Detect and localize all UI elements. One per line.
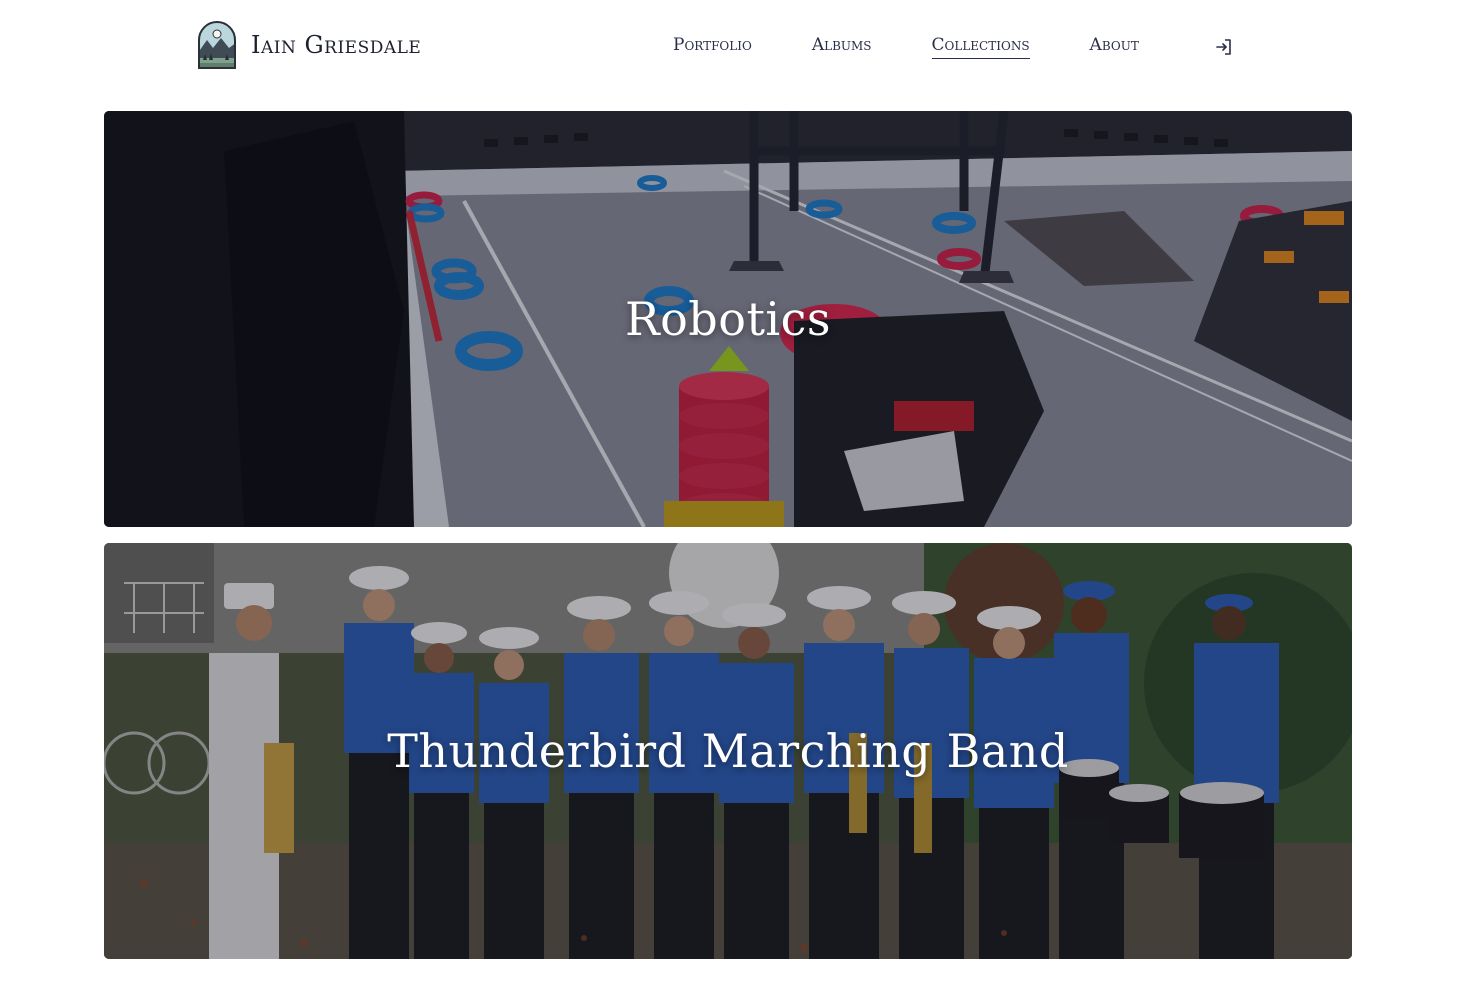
- home-link[interactable]: Iain Griesdale: [197, 20, 421, 70]
- main-nav: Portfolio Albums Collections About: [673, 34, 1199, 60]
- site-title: Iain Griesdale: [251, 31, 422, 59]
- nav-link-albums[interactable]: Albums: [812, 35, 872, 59]
- site-header: Iain Griesdale Portfolio Albums Collecti…: [0, 0, 1482, 94]
- nav-link-collections[interactable]: Collections: [931, 35, 1030, 59]
- collection-title: Thunderbird Marching Band: [387, 724, 1069, 778]
- sign-in-icon[interactable]: [1214, 37, 1234, 57]
- collections-list: Robotics Thunderbird Marching Band: [104, 111, 1352, 975]
- collection-card-robotics[interactable]: Robotics: [104, 111, 1352, 527]
- mountain-lake-badge-icon: [198, 21, 236, 69]
- nav-link-about[interactable]: About: [1090, 35, 1139, 59]
- collection-card-marching-band[interactable]: Thunderbird Marching Band: [104, 543, 1352, 959]
- collection-title: Robotics: [624, 292, 832, 346]
- nav-link-portfolio[interactable]: Portfolio: [673, 35, 752, 59]
